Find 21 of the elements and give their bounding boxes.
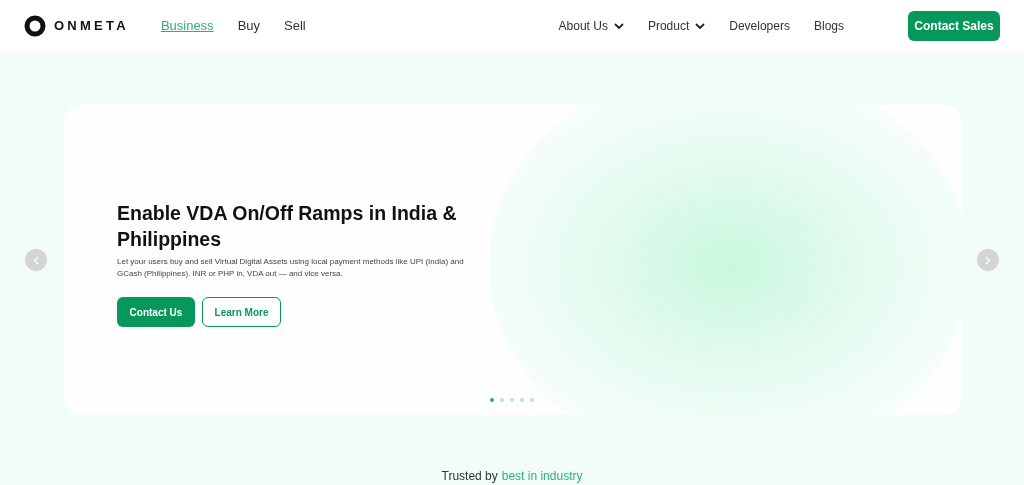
nav-link[interactable]: About Us (558, 17, 624, 35)
chevron-down-icon (695, 22, 706, 30)
hero-title: Enable VDA On/Off Ramps in India & Philippines (117, 201, 458, 252)
contact-us-button[interactable]: Contact Us (117, 297, 195, 327)
trusted-highlight: best in industry (501, 469, 583, 483)
brand-name: ONMETA (54, 17, 129, 36)
previous-arrow-button[interactable] (25, 249, 47, 271)
chevron-left-icon (33, 255, 39, 265)
next-arrow-button[interactable] (977, 249, 999, 271)
hero-description: Let your users buy and sell Virtual Digital Assets using local payment methods like UPI (India) and GCash (Philippines). INR or PHP in, VDA out — and vice versa. (117, 256, 465, 280)
nav-link[interactable]: Buy (237, 16, 261, 36)
learn-more-button[interactable]: Learn More (202, 297, 281, 327)
contact-sales-button[interactable]: Contact Sales (908, 11, 1000, 41)
nav-link[interactable]: Sell (284, 16, 306, 36)
chevron-right-icon (985, 255, 991, 265)
chevron-down-icon (613, 22, 624, 30)
trusted-label: Trusted by (441, 469, 498, 483)
nav-link[interactable]: Developers (729, 17, 790, 35)
logo-icon (24, 15, 46, 37)
nav-link[interactable]: Blogs (813, 17, 844, 35)
nav-link[interactable]: Product (647, 17, 706, 35)
